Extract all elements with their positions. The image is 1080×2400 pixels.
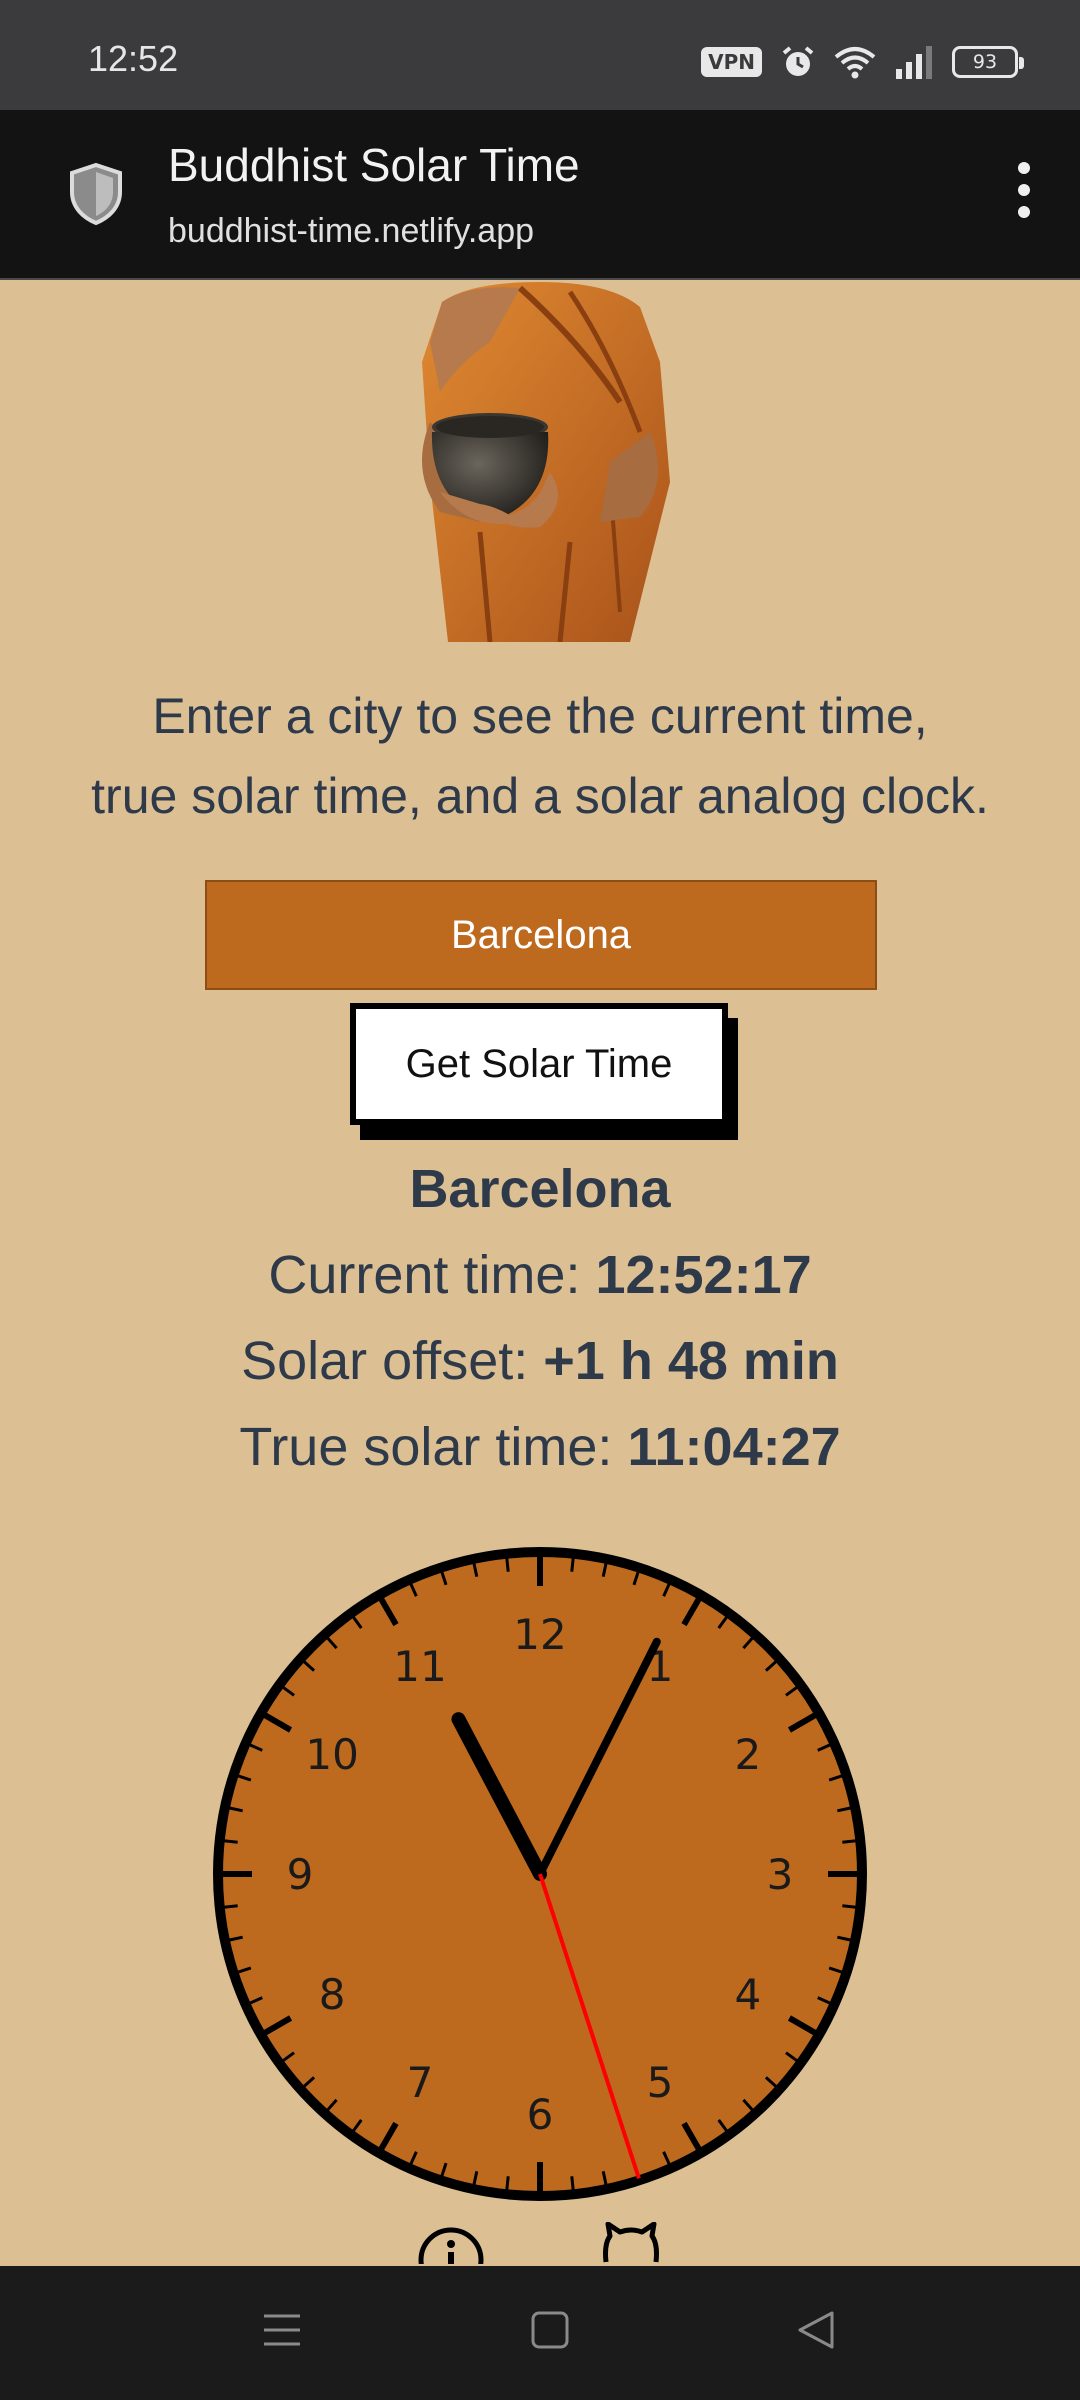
wifi-icon: [834, 47, 876, 79]
alarm-icon: [782, 46, 814, 76]
intro-line-1: Enter a city to see the current time,: [152, 688, 928, 744]
github-icon[interactable]: [596, 2222, 666, 2264]
current-time-label: Current time:: [268, 1245, 581, 1305]
result-city: Barcelona: [409, 1159, 671, 1219]
clock-minute-tick: [505, 1557, 510, 1572]
browser-header: Buddhist Solar Time buddhist-time.netlif…: [0, 110, 1080, 280]
signal-icon: [896, 46, 932, 79]
true-solar-time-row: True solar time: 11:04:27: [0, 1416, 1080, 1478]
status-bar: 12:52 VPN 93: [0, 0, 1080, 110]
clock-number: 6: [527, 2090, 554, 2139]
clock-minute-tick: [842, 1839, 857, 1844]
vpn-icon: VPN: [701, 47, 762, 77]
clock-number: 5: [647, 2058, 674, 2107]
clock-minute-tick: [570, 2176, 575, 2191]
solar-offset-label: Solar offset:: [241, 1331, 529, 1391]
page-url[interactable]: buddhist-time.netlify.app: [168, 212, 534, 251]
menu-icon[interactable]: [262, 2310, 302, 2350]
status-icons: VPN 93: [701, 40, 1024, 84]
more-vert-icon[interactable]: [1004, 162, 1044, 226]
clock-number: 8: [319, 1970, 346, 2019]
home-icon[interactable]: [530, 2310, 570, 2350]
get-solar-time-button[interactable]: Get Solar Time: [350, 1003, 728, 1125]
page-title: Buddhist Solar Time: [168, 139, 580, 191]
clock-number: 4: [734, 1970, 761, 2019]
true-solar-time-value: 11:04:27: [627, 1417, 841, 1477]
solar-offset-row: Solar offset: +1 h 48 min: [0, 1330, 1080, 1392]
battery-level: 93: [972, 51, 998, 73]
current-time-value: 12:52:17: [595, 1245, 812, 1305]
intro-text: Enter a city to see the current time, tr…: [40, 676, 1040, 836]
status-time: 12:52: [88, 38, 179, 79]
clock-number: 11: [393, 1642, 446, 1691]
monk-illustration: [422, 282, 670, 642]
current-time-row: Current time: 12:52:17: [0, 1244, 1080, 1306]
clock-number: 12: [513, 1610, 566, 1659]
clock-minute-tick: [505, 2176, 510, 2191]
clock-minute-tick: [223, 1904, 238, 1909]
city-input[interactable]: [205, 880, 877, 990]
back-icon[interactable]: [796, 2310, 836, 2350]
clock-number: 2: [734, 1730, 761, 1779]
intro-line-2: true solar time, and a solar analog cloc…: [91, 768, 989, 824]
clock-number: 10: [305, 1730, 358, 1779]
system-nav-bar: [0, 2266, 1080, 2400]
clock-minute-tick: [842, 1904, 857, 1909]
clock-number: 9: [287, 1850, 314, 1899]
solar-analog-clock: 121234567891011: [213, 1547, 867, 2201]
true-solar-time-label: True solar time:: [239, 1417, 613, 1477]
shield-icon[interactable]: [68, 162, 124, 226]
clock-number: 3: [767, 1850, 794, 1899]
solar-offset-value: +1 h 48 min: [543, 1331, 839, 1391]
battery-icon: 93: [952, 46, 1024, 78]
clock-minute-tick: [223, 1839, 238, 1844]
footer-icons: [0, 2222, 1080, 2264]
clock-number: 7: [407, 2058, 434, 2107]
clock-minute-tick: [570, 1557, 575, 1572]
info-icon[interactable]: [416, 2222, 486, 2264]
